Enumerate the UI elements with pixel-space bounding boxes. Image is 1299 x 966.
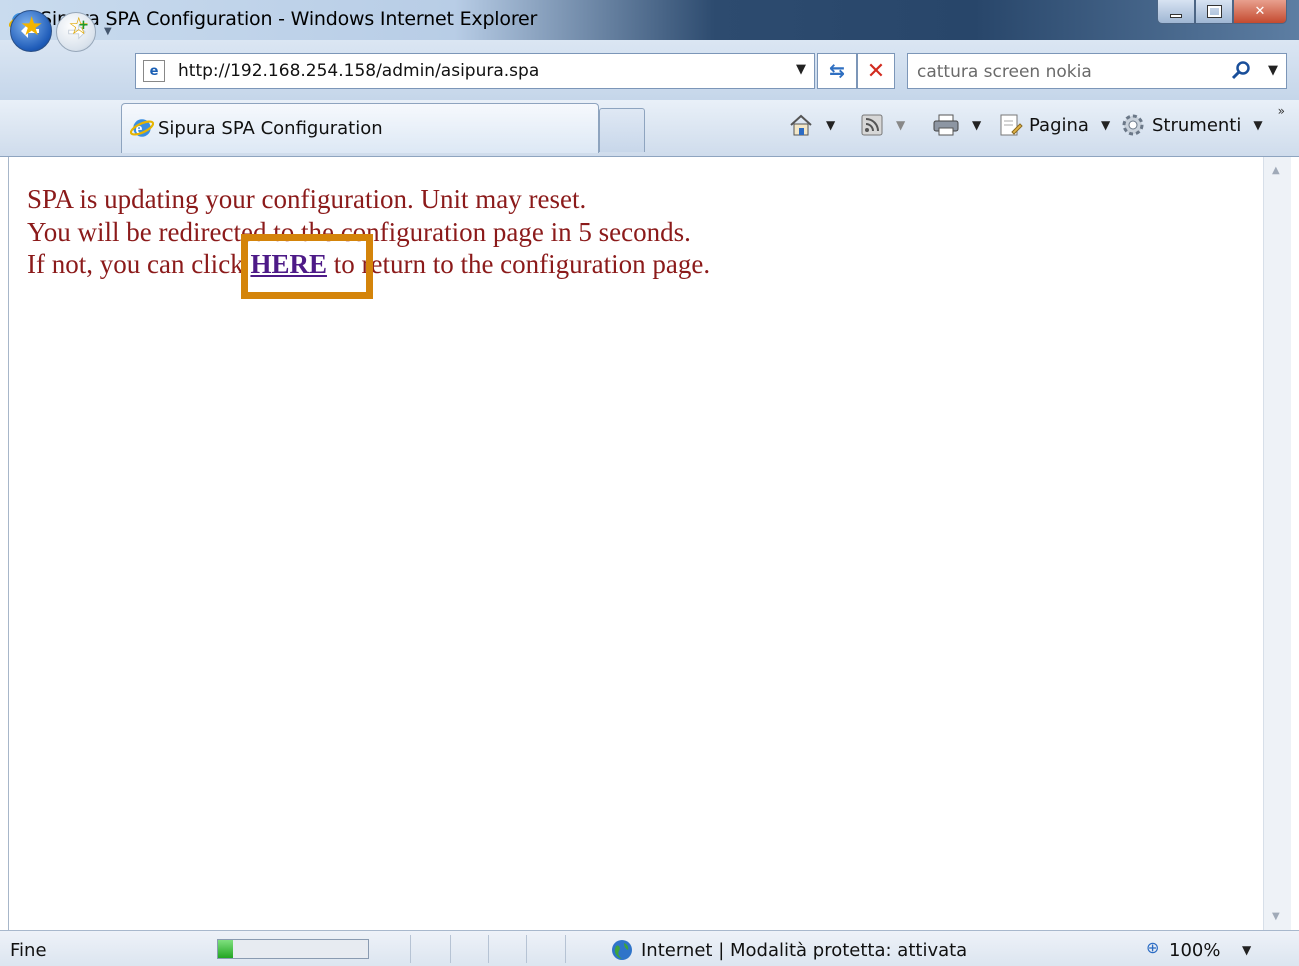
print-dropdown-icon[interactable]: ▼ [972,118,981,132]
scroll-down-arrow-icon[interactable]: ▼ [1272,911,1280,922]
internet-zone-globe-icon [612,940,632,960]
history-dropdown-icon[interactable]: ▼ [104,26,112,37]
search-dropdown-icon[interactable]: ▼ [1268,63,1278,78]
home-dropdown-icon[interactable]: ▼ [826,118,835,132]
more-commands-chevron-icon[interactable]: » [1278,104,1285,118]
close-button[interactable]: ✕ [1233,0,1287,24]
status-text: Fine [10,940,47,961]
maximize-icon [1206,5,1222,18]
address-bar[interactable]: e http://192.168.254.158/admin/asipura.s… [135,53,815,89]
ie-page-icon: e [130,119,154,137]
home-icon [790,114,812,136]
status-separator [410,935,411,963]
search-box[interactable]: cattura screen nokia ▼ [907,53,1287,89]
zoom-magnifier-icon[interactable]: ⊕ [1146,938,1159,957]
progress-fill [218,940,233,958]
favorites-star-icon[interactable]: ★ [20,12,43,42]
window-title: Sipura SPA Configuration - Windows Inter… [40,8,538,30]
page-viewport: SPA is updating your configuration. Unit… [8,157,1291,930]
search-input[interactable]: cattura screen nokia [917,62,1092,82]
gear-icon [1122,114,1144,136]
minimize-button[interactable] [1157,0,1195,24]
add-favorite-plus-icon: + [78,18,89,33]
refresh-icon: ⇆ [829,60,845,82]
print-button[interactable]: ▼ [932,112,981,138]
feeds-dropdown-icon[interactable]: ▼ [896,118,905,132]
vertical-scrollbar[interactable]: ▲ ▼ [1263,157,1291,930]
page-menu-label: Pagina [1029,114,1089,136]
close-icon: ✕ [1254,4,1266,19]
line-3-suffix: to return to the configuration page. [326,249,711,279]
page-menu-button[interactable]: Pagina ▼ [998,112,1110,138]
stop-icon: ✕ [866,58,886,84]
status-message-line-1: SPA is updating your configuration. Unit… [27,184,587,214]
status-bar: Fine Internet | Modalità protetta: attiv… [0,930,1299,966]
tools-menu-button[interactable]: Strumenti ▼ [1120,112,1263,138]
new-tab-button[interactable] [599,108,645,152]
page-dropdown-icon: ▼ [1100,118,1111,132]
feeds-button[interactable]: ▼ [860,112,905,138]
address-text[interactable]: http://192.168.254.158/admin/asipura.spa [178,61,539,81]
title-bar: e Sipura SPA Configuration - Windows Int… [0,0,1299,40]
zoom-level[interactable]: 100% [1169,940,1220,961]
printer-icon [933,114,959,136]
scroll-up-arrow-icon[interactable]: ▲ [1272,165,1280,176]
tools-dropdown-icon: ▼ [1253,118,1263,132]
here-link-highlight [241,234,373,299]
window-controls: ✕ [1157,0,1287,26]
address-dropdown-icon[interactable]: ▼ [796,62,806,77]
rss-feed-icon [861,114,883,136]
security-zone-text[interactable]: Internet | Modalità protetta: attivata [641,940,967,961]
refresh-button[interactable]: ⇆ [817,53,857,89]
home-button[interactable]: ▼ [788,112,835,138]
status-separator [450,935,451,963]
search-icon[interactable] [1230,60,1252,82]
status-separator [565,935,566,963]
tools-menu-label: Strumenti [1152,114,1242,136]
line-3-prefix: If not, you can click [27,249,251,279]
tab-label: Sipura SPA Configuration [158,118,383,139]
tab-sipura-config[interactable]: e Sipura SPA Configuration [121,103,599,153]
zoom-dropdown-icon[interactable]: ▼ [1242,943,1251,957]
status-separator [526,935,527,963]
page-icon-menu [1000,114,1023,136]
maximize-button[interactable] [1195,0,1233,24]
add-favorites-button[interactable]: ☆ + [68,12,90,40]
loading-progress-bar [217,939,369,959]
minimize-icon [1170,13,1182,18]
page-icon: e [143,60,165,82]
stop-button[interactable]: ✕ [857,53,895,89]
status-separator [488,935,489,963]
